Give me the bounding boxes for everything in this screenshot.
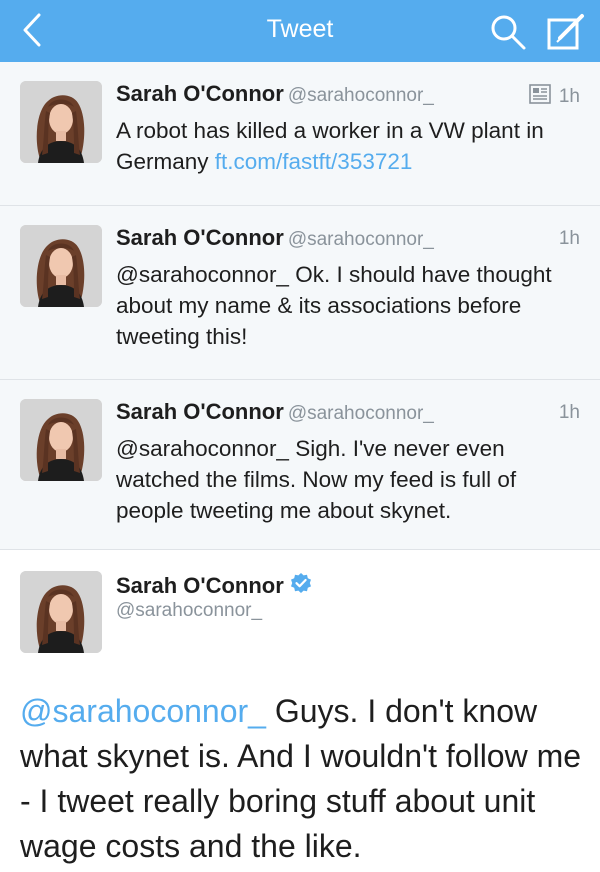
- tweet-author: Sarah O'Connor @sarahoconnor_: [116, 225, 434, 251]
- mention-link[interactable]: @sarahoconnor_: [20, 693, 266, 729]
- tweet-timestamp: 1h: [558, 228, 580, 249]
- nav-bar: Tweet: [0, 0, 600, 62]
- author-name: Sarah O'Connor: [116, 573, 284, 598]
- author-handle[interactable]: @sarahoconnor_: [288, 229, 434, 250]
- verified-badge-icon: [290, 572, 312, 600]
- tweet-text: @sarahoconnor_ Ok. I should have thought…: [116, 262, 552, 349]
- tweet-item[interactable]: Sarah O'Connor @sarahoconnor_ 1h A robot …: [0, 62, 600, 206]
- tweet-detail: Sarah O'Connor @sarahoconnor_ @sarahocon…: [0, 550, 600, 872]
- author-handle[interactable]: @sarahoconnor_: [116, 600, 262, 622]
- tweet-link[interactable]: ft.com/fastft/353721: [215, 149, 413, 174]
- compose-button[interactable]: [544, 10, 588, 54]
- tweet-meta: 1h: [559, 402, 580, 424]
- avatar[interactable]: [20, 81, 102, 163]
- search-button[interactable]: [488, 12, 528, 52]
- search-icon: [491, 15, 526, 50]
- tweet-author: Sarah O'Connor @sarahoconnor_: [116, 81, 434, 107]
- detail-tweet-text: @sarahoconnor_ Guys. I don't know what s…: [20, 689, 590, 869]
- author-name[interactable]: Sarah O'Connor: [116, 81, 284, 106]
- avatar[interactable]: [20, 571, 102, 653]
- tweet-item[interactable]: Sarah O'Connor @sarahoconnor_ 1h @sarahoc…: [0, 206, 600, 380]
- author-name[interactable]: Sarah O'Connor: [116, 399, 284, 424]
- tweet-item[interactable]: Sarah O'Connor @sarahoconnor_ 1h @sarahoc…: [0, 380, 600, 550]
- author-handle[interactable]: @sarahoconnor_: [288, 403, 434, 424]
- tweet-timestamp: 1h: [558, 86, 580, 107]
- avatar[interactable]: [20, 399, 102, 481]
- compose-icon: [547, 14, 584, 50]
- tweet-author: Sarah O'Connor @sarahoconnor_: [116, 399, 434, 425]
- avatar[interactable]: [20, 225, 102, 307]
- author-name[interactable]: Sarah O'Connor: [116, 225, 284, 250]
- media-icon: [529, 84, 551, 110]
- author-handle[interactable]: @sarahoconnor_: [288, 85, 434, 106]
- tweet-text: @sarahoconnor_ Sigh. I've never even wat…: [116, 436, 517, 523]
- tweet-meta: 1h: [559, 228, 580, 250]
- detail-author[interactable]: Sarah O'Connor: [116, 572, 312, 600]
- tweet-meta: 1h: [529, 84, 580, 110]
- tweet-timestamp: 1h: [558, 402, 580, 423]
- tweet-text: A robot has killed a worker in a VW plan…: [116, 115, 586, 177]
